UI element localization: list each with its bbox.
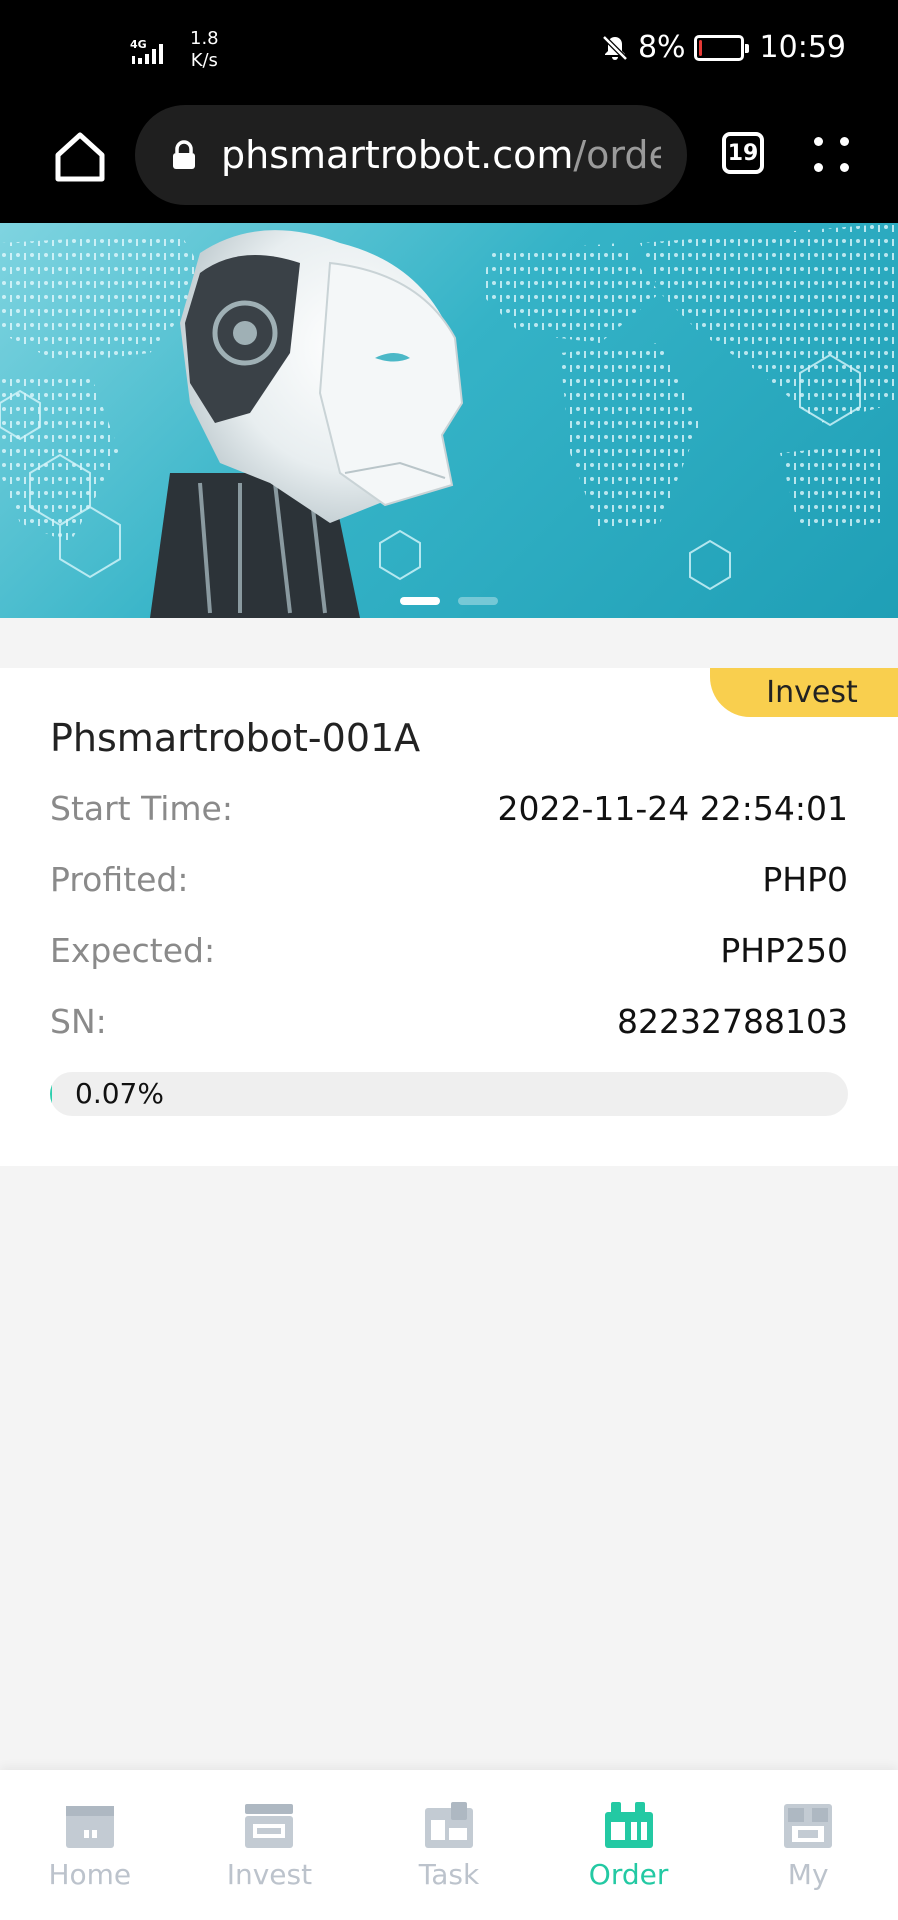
expected-value: PHP250 — [720, 931, 848, 970]
nav-label-my: My — [787, 1858, 829, 1891]
url-text[interactable]: phsmartrobot.com/order — [221, 133, 661, 177]
status-badge: Invest — [710, 668, 898, 717]
carousel-indicator — [400, 597, 498, 605]
profited-label: Profited: — [50, 860, 189, 899]
mute-icon — [602, 34, 628, 61]
carousel-dot[interactable] — [458, 597, 498, 605]
url-path: /order — [573, 133, 661, 177]
signal-icon: 4G — [130, 38, 163, 64]
sn-value: 82232788103 — [617, 1002, 848, 1041]
nav-item-home[interactable]: Home — [0, 1770, 180, 1920]
progress-bar: 0.07% — [50, 1072, 848, 1116]
nav-item-task[interactable]: Task — [359, 1770, 539, 1920]
expected-row: Expected: PHP250 — [50, 931, 848, 970]
start-time-label: Start Time: — [50, 789, 233, 828]
progress-text: 0.07% — [75, 1077, 164, 1110]
battery-level — [698, 39, 703, 56]
tab-switcher-button[interactable]: 19 — [722, 132, 764, 174]
url-host: phsmartrobot.com — [221, 133, 574, 177]
order-card[interactable]: Invest Phsmartrobot-001A Start Time: 202… — [0, 668, 898, 1166]
bottom-nav: Home Invest Task Order My — [0, 1770, 898, 1920]
svg-text:4G: 4G — [130, 38, 147, 51]
speed-value: 1.8 — [190, 28, 219, 49]
carousel-dot[interactable] — [400, 597, 440, 605]
address-bar[interactable]: phsmartrobot.com/order — [135, 105, 687, 205]
order-icon — [604, 1802, 653, 1848]
menu-icon[interactable] — [812, 135, 852, 175]
home-icon[interactable] — [50, 127, 110, 187]
nav-item-my[interactable]: My — [718, 1770, 898, 1920]
sn-row: SN: 82232788103 — [50, 1002, 848, 1041]
speed-unit: K/s — [190, 50, 218, 71]
nav-label-invest: Invest — [226, 1858, 313, 1891]
battery-percent: 8% — [637, 30, 686, 65]
profited-row: Profited: PHP0 — [50, 860, 848, 899]
nav-item-order[interactable]: Order — [539, 1770, 719, 1920]
my-icon — [784, 1804, 833, 1848]
sn-label: SN: — [50, 1002, 107, 1041]
banner-image — [0, 223, 898, 618]
network-speed: 1.8 K/s — [190, 28, 219, 72]
battery-icon — [693, 34, 749, 61]
browser-toolbar: phsmartrobot.com/order 19 — [0, 105, 898, 223]
start-time-row: Start Time: 2022-11-24 22:54:01 — [50, 789, 848, 828]
home-icon — [65, 1806, 114, 1848]
expected-label: Expected: — [50, 931, 216, 970]
profited-value: PHP0 — [762, 860, 848, 899]
clock: 10:59 — [759, 30, 846, 65]
order-title: Phsmartrobot-001A — [50, 716, 421, 760]
invest-icon — [245, 1804, 294, 1848]
nav-label-order: Order — [588, 1858, 669, 1891]
nav-item-invest[interactable]: Invest — [180, 1770, 360, 1920]
status-right: 8% 10:59 — [600, 30, 846, 65]
promo-banner[interactable] — [0, 223, 898, 618]
progress-fill — [50, 1072, 52, 1116]
start-time-value: 2022-11-24 22:54:01 — [497, 789, 848, 828]
nav-label-task: Task — [418, 1858, 480, 1891]
lock-icon — [173, 140, 195, 169]
task-icon — [424, 1802, 473, 1848]
nav-label-home: Home — [48, 1858, 132, 1891]
status-bar: 4G 1.8 K/s 8% 10:59 — [0, 0, 898, 105]
